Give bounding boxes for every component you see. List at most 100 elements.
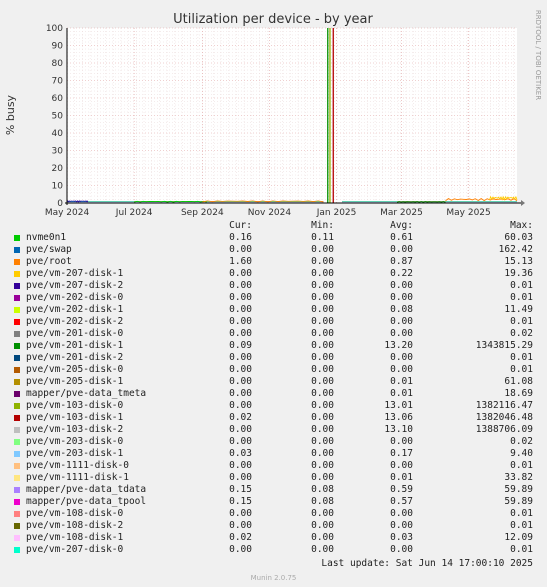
legend-row: pve/vm-103-disk-0 0.00 0.00 13.01 1382116.47 <box>0 400 547 412</box>
legend-max: 162.42 <box>498 244 533 255</box>
legend-max: 0.01 <box>510 520 533 531</box>
legend-min: 0.00 <box>311 424 334 435</box>
legend-max: 0.01 <box>510 292 533 303</box>
legend-avg: 0.00 <box>390 328 413 339</box>
y-tick-label: 90 <box>52 42 64 52</box>
legend-avg: 13.10 <box>384 424 413 435</box>
legend-avg: 0.00 <box>390 280 413 291</box>
legend-cur: 1.60 <box>229 256 252 267</box>
legend-swatch <box>14 451 20 457</box>
x-axis-arrow-icon <box>521 200 525 206</box>
y-tick-labels: 0102030405060708090100 <box>46 24 63 209</box>
y-tick-label: 40 <box>52 129 64 139</box>
legend-avg: 13.01 <box>384 400 413 411</box>
legend-swatch <box>14 391 20 397</box>
y-tick-label: 30 <box>52 147 64 157</box>
legend-avg: 0.00 <box>390 544 413 555</box>
legend-min: 0.00 <box>311 376 334 387</box>
legend-cur: 0.00 <box>229 376 252 387</box>
legend-swatch <box>14 319 20 325</box>
legend: Cur: Min: Avg: Max: nvme0n1 0.16 0.11 0.61 6… <box>0 220 547 556</box>
legend-cur: 0.00 <box>229 352 252 363</box>
legend-row: pve/vm-205-disk-1 0.00 0.00 0.01 61.08 <box>0 376 547 388</box>
legend-min: 0.11 <box>311 232 334 243</box>
legend-avg: 0.00 <box>390 460 413 471</box>
legend-row: pve/vm-1111-disk-0 0.00 0.00 0.00 0.01 <box>0 460 547 472</box>
legend-avg: 0.01 <box>390 472 413 483</box>
legend-row: pve/vm-1111-disk-1 0.00 0.00 0.01 33.82 <box>0 472 547 484</box>
legend-avg: 0.01 <box>390 388 413 399</box>
legend-cur: 0.00 <box>229 508 252 519</box>
x-tick-label: May 2025 <box>446 208 490 218</box>
legend-cur: 0.00 <box>229 244 252 255</box>
legend-swatch <box>14 511 20 517</box>
legend-cur: 0.00 <box>229 328 252 339</box>
x-tick-label: Sep 2024 <box>181 208 224 218</box>
legend-cur: 0.00 <box>229 544 252 555</box>
legend-name: pve/vm-103-disk-0 <box>26 400 124 411</box>
legend-max: 0.01 <box>510 508 533 519</box>
legend-swatch <box>14 271 20 277</box>
legend-avg: 0.87 <box>390 256 413 267</box>
y-tick-label: 70 <box>52 77 64 87</box>
legend-name: pve/vm-201-disk-1 <box>26 340 124 351</box>
x-tick-label: Jul 2024 <box>115 208 153 218</box>
legend-swatch <box>14 283 20 289</box>
legend-name: mapper/pve-data_tmeta <box>26 388 147 399</box>
legend-name: pve/vm-108-disk-1 <box>26 532 124 543</box>
legend-swatch <box>14 367 20 373</box>
legend-max: 60.03 <box>504 232 533 243</box>
legend-min: 0.00 <box>311 448 334 459</box>
legend-max: 59.89 <box>504 484 533 495</box>
x-tick-label: Jan 2025 <box>316 208 357 218</box>
legend-row: pve/vm-108-disk-1 0.02 0.00 0.03 12.09 <box>0 532 547 544</box>
legend-min: 0.00 <box>311 412 334 423</box>
legend-swatch <box>14 331 20 337</box>
legend-name: pve/vm-205-disk-0 <box>26 364 124 375</box>
legend-swatch <box>14 415 20 421</box>
legend-row: pve/vm-207-disk-0 0.00 0.00 0.00 0.01 <box>0 544 547 556</box>
legend-cur: 0.00 <box>229 268 252 279</box>
legend-cur: 0.16 <box>229 232 252 243</box>
legend-row: pve/vm-201-disk-1 0.09 0.00 13.20 1343815.29 <box>0 340 547 352</box>
legend-cur: 0.02 <box>229 532 252 543</box>
legend-min: 0.00 <box>311 280 334 291</box>
legend-cur: 0.00 <box>229 472 252 483</box>
legend-swatch <box>14 427 20 433</box>
legend-cur: 0.00 <box>229 424 252 435</box>
y-tick-label: 100 <box>46 24 63 34</box>
legend-header: Cur: Min: Avg: Max: <box>0 220 547 232</box>
legend-cur: 0.00 <box>229 520 252 531</box>
chart-title: Utilization per device - by year <box>173 12 373 27</box>
header-min: Min: <box>311 220 334 231</box>
rrdtool-credit: RRDTOOL / TOBI OETIKER <box>534 10 542 100</box>
legend-cur: 0.09 <box>229 340 252 351</box>
legend-max: 59.89 <box>504 496 533 507</box>
legend-row: pve/root 1.60 0.00 0.87 15.13 <box>0 256 547 268</box>
legend-row: pve/swap 0.00 0.00 0.00 162.42 <box>0 244 547 256</box>
legend-name: pve/vm-207-disk-1 <box>26 268 124 279</box>
legend-row: mapper/pve-data_tdata 0.15 0.08 0.59 59.89 <box>0 484 547 496</box>
legend-row: pve/vm-108-disk-0 0.00 0.00 0.00 0.01 <box>0 508 547 520</box>
legend-min: 0.00 <box>311 400 334 411</box>
legend-max: 1343815.29 <box>475 340 533 351</box>
legend-row: pve/vm-205-disk-0 0.00 0.00 0.00 0.01 <box>0 364 547 376</box>
y-tick-label: 50 <box>52 112 64 122</box>
legend-max: 9.40 <box>510 448 533 459</box>
munin-version: Munin 2.0.75 <box>250 574 297 582</box>
chart: Utilization per device - by year % busy … <box>4 10 542 218</box>
legend-avg: 0.00 <box>390 436 413 447</box>
legend-min: 0.00 <box>311 472 334 483</box>
legend-min: 0.00 <box>311 316 334 327</box>
legend-max: 12.09 <box>504 532 533 543</box>
legend-name: pve/root <box>26 256 72 267</box>
legend-max: 19.36 <box>504 268 533 279</box>
x-tick-label: Nov 2024 <box>248 208 292 218</box>
y-tick-label: 20 <box>52 164 64 174</box>
legend-swatch <box>14 547 20 553</box>
legend-min: 0.08 <box>311 496 334 507</box>
legend-max: 1388706.09 <box>475 424 533 435</box>
legend-avg: 13.20 <box>384 340 413 351</box>
legend-row: pve/vm-202-disk-0 0.00 0.00 0.00 0.01 <box>0 292 547 304</box>
legend-swatch <box>14 343 20 349</box>
